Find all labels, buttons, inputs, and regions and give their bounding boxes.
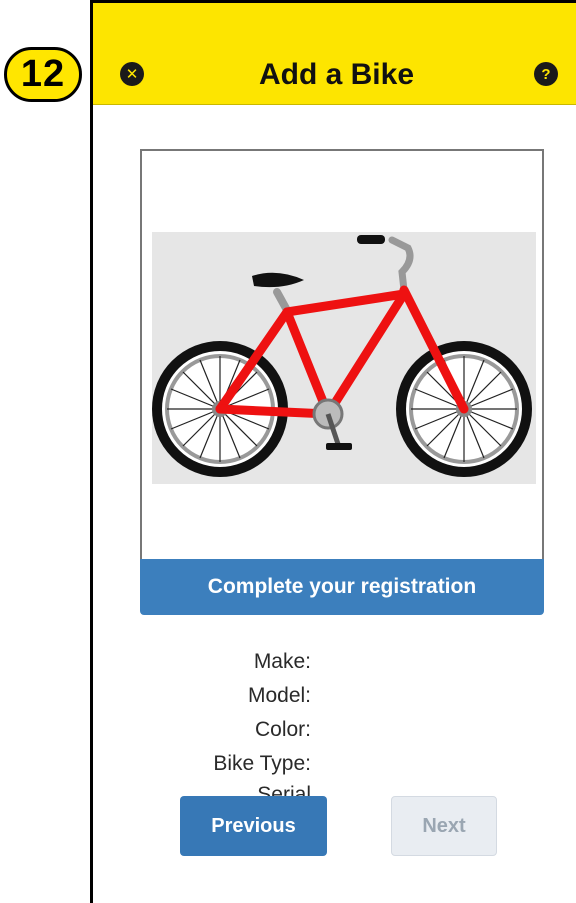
detail-make: Make: <box>253 650 311 673</box>
page-title: Add a Bike <box>258 58 415 91</box>
bike-details: Make: Model: Color: Bike Type: Serial <box>93 645 311 801</box>
bike-image-card <box>140 149 544 559</box>
step-badge: 12 <box>4 47 82 102</box>
complete-registration-label: Complete your registration <box>207 575 477 598</box>
add-bike-screen: ✕ Add a Bike ? Complete your registratio… <box>90 0 576 903</box>
help-icon[interactable]: ? <box>534 62 558 86</box>
next-button[interactable]: Next <box>391 796 497 856</box>
detail-bike-type: Bike Type: <box>213 752 311 775</box>
previous-button[interactable]: Previous <box>180 796 327 856</box>
detail-model: Model: <box>247 684 311 707</box>
bike-illustration <box>152 232 536 484</box>
complete-registration-button[interactable]: Complete your registration <box>140 559 544 615</box>
detail-color: Color: <box>254 718 311 741</box>
app-header: ✕ Add a Bike ? <box>93 3 576 105</box>
